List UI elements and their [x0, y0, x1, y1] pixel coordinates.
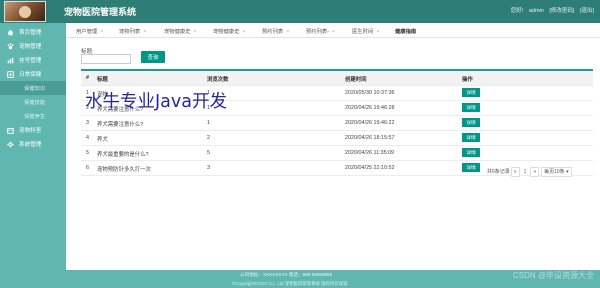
- tab-doctor-time[interactable]: 医生时间 ×: [352, 27, 379, 35]
- sidebar-item-register[interactable]: 挂号管理: [0, 53, 66, 67]
- detail-button[interactable]: 详情: [462, 133, 480, 142]
- logout-link[interactable]: [退出]: [580, 8, 594, 14]
- table-header-row: # 标题 浏览次数 创建时间 操作: [81, 71, 593, 86]
- search-button[interactable]: 查询: [141, 51, 165, 63]
- sidebar-item-health[interactable]: 日常保健: [0, 67, 66, 81]
- sidebar-item-home[interactable]: 首页管理: [0, 25, 66, 39]
- main-panel: 用户管理 × 宠物列表 × 宠物健康史 × 宠物健康史 × 预约列表 × 预约列表- × 医…: [66, 23, 600, 270]
- tab-appointment-list-1[interactable]: 预约列表 ×: [262, 27, 289, 35]
- close-icon[interactable]: ×: [286, 29, 289, 35]
- sidebar-item-system[interactable]: 系统管理: [0, 137, 66, 151]
- home-icon: [7, 29, 14, 36]
- table-row: 4 养犬 2 2020/04/26 18:15:57 详情: [81, 131, 593, 146]
- header-links: 您好! admin [修改密码] [退出]: [507, 6, 594, 14]
- detail-button[interactable]: 详情: [462, 103, 480, 112]
- department-icon: [7, 127, 14, 134]
- sidebar-item-department[interactable]: 宠物科室: [0, 123, 66, 137]
- close-icon[interactable]: ×: [376, 29, 379, 35]
- csdn-watermark: CSDN @毕设资源大全: [512, 271, 594, 280]
- tab-appointment-list-2[interactable]: 预约列表- ×: [306, 27, 335, 35]
- current-page[interactable]: 1: [521, 169, 530, 175]
- close-icon[interactable]: ×: [100, 29, 103, 35]
- close-icon[interactable]: ×: [194, 29, 197, 35]
- tab-pet-list[interactable]: 宠物列表 ×: [119, 27, 146, 35]
- sidebar-subitem-health-skills[interactable]: 保健技能: [0, 95, 66, 109]
- paw-icon: [7, 42, 14, 50]
- logo-image: [4, 1, 46, 22]
- username-link[interactable]: admin: [529, 8, 544, 14]
- register-icon: [7, 57, 14, 64]
- next-page-button[interactable]: »: [530, 166, 540, 177]
- table-row: 5 养犬最重要的是什么? 5 2020/04/26 11:35:09 详情: [81, 146, 593, 161]
- close-icon[interactable]: ×: [332, 29, 335, 35]
- tab-health-guide[interactable]: 健康指南: [395, 27, 416, 35]
- tab-pet-health-history-2[interactable]: 宠物健康史 ×: [213, 27, 246, 35]
- app-title: 宠物医院管理系统: [64, 7, 137, 17]
- search-input[interactable]: [81, 54, 131, 64]
- java-watermark: 水牛专业Java开发: [85, 92, 227, 112]
- sidebar: 首页管理 宠物管理 挂号管理 日常保健 保健知识 保健技能 保健养生 宠物科室 …: [0, 23, 66, 288]
- table-row: 3 养犬需要注意什么? 1 2020/04/26 19:46:22 详情: [81, 116, 593, 131]
- footer-copyright: ©Copyright©2020 Co., Ltd 宠物医院管理系统 版权所有保留: [232, 281, 348, 286]
- sidebar-subitem-health-knowledge[interactable]: 保健知识: [0, 81, 66, 95]
- close-icon[interactable]: ×: [143, 29, 146, 35]
- detail-button[interactable]: 详情: [462, 88, 480, 97]
- total-records: 共6条记录: [487, 169, 510, 175]
- health-guide-table: # 标题 浏览次数 创建时间 操作 1 宠物 1 2020/05/30 10:3…: [81, 69, 593, 176]
- close-icon[interactable]: ×: [243, 29, 246, 35]
- pagination: 共6条记录 « 1 » 每页10条 ▾: [487, 166, 573, 177]
- greeting-text: 您好!: [510, 8, 524, 14]
- tab-pet-health-history-1[interactable]: 宠物健康史 ×: [164, 27, 197, 35]
- sidebar-item-pets[interactable]: 宠物管理: [0, 39, 66, 53]
- change-password-link[interactable]: [修改密码]: [549, 8, 574, 14]
- settings-icon: [7, 140, 14, 148]
- tab-user-management[interactable]: 用户管理 ×: [76, 27, 103, 35]
- detail-button[interactable]: 详情: [462, 148, 480, 157]
- footer-address: 公司地址：XXXXXXXX 电话：888-88888888: [240, 272, 333, 277]
- prev-page-button[interactable]: «: [510, 166, 520, 177]
- detail-button[interactable]: 详情: [462, 163, 480, 172]
- page-size-select[interactable]: 每页10条 ▾: [541, 166, 572, 177]
- health-icon: [7, 70, 14, 78]
- sidebar-subitem-health-wellness[interactable]: 保健养生: [0, 109, 66, 123]
- tab-bar: 用户管理 × 宠物列表 × 宠物健康史 × 宠物健康史 × 预约列表 × 预约列表- × 医…: [66, 23, 600, 38]
- detail-button[interactable]: 详情: [462, 118, 480, 127]
